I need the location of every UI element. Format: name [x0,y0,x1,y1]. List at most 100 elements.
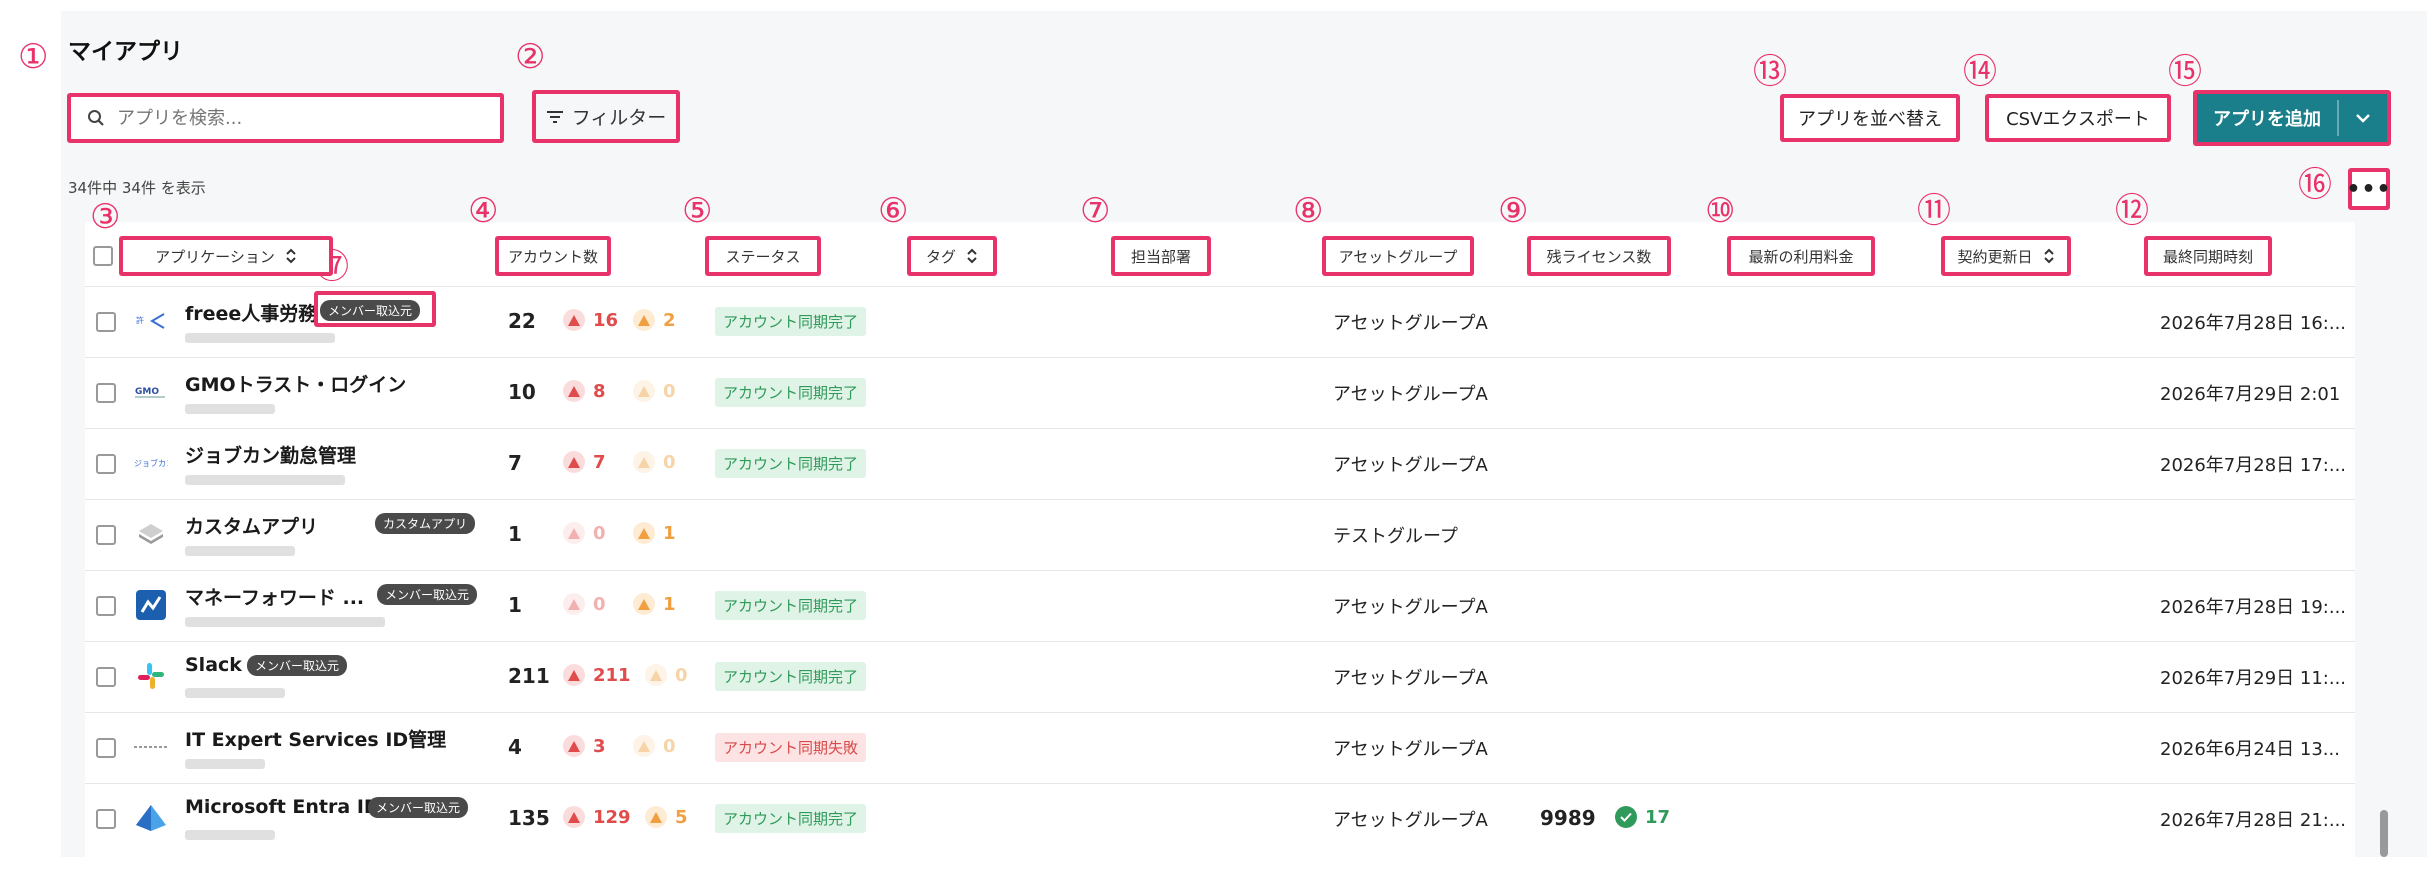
red-warning: 0 [563,522,606,544]
orange-count: 0 [675,664,688,686]
svg-text:GMO: GMO [135,387,159,397]
app-subtext [185,475,345,485]
filter-button[interactable]: フィルター [532,90,680,143]
last-sync: 2026年7月28日 17:... [2160,455,2347,476]
orange-warning: 1 [633,593,676,615]
row-checkbox[interactable] [96,667,116,687]
status-badge: アカウント同期失敗 [715,733,867,762]
column-tag-label: タグ [925,247,956,266]
member-source-badge: メンバー取込元 [247,655,348,676]
check-icon [1615,806,1637,828]
row-checkbox[interactable] [96,383,116,403]
red-warning: 16 [563,309,618,331]
warning-icon [633,735,655,757]
custom-app-icon [133,516,169,552]
app-table: ③ ④ ⑤ ⑥ ⑦ ⑧ ⑨ ⑩ ⑪ ⑫ ⑰ アプリケーション アカウント数 ステ… [85,194,2355,857]
warning-icon [563,735,585,757]
asset-group: アセットグループA [1333,810,1488,831]
row-checkbox[interactable] [96,454,116,474]
warning-icon [563,451,585,473]
row-checkbox[interactable] [96,809,116,829]
account-count: 10 [508,380,536,404]
license-ok-count: 17 [1645,806,1671,828]
column-last-sync[interactable]: 最終同期時刻 [2144,236,2272,276]
table-row[interactable]: 許 freee人事労務 メンバー取込元 22 16 2 アカウント同期完了 アセ… [85,286,2355,357]
column-status[interactable]: ステータス [705,236,821,276]
member-source-badge: メンバー取込元 [368,797,469,818]
column-latest-fee[interactable]: 最新の利用料金 [1727,236,1875,276]
red-warning: 8 [563,380,606,402]
app-subtext [185,759,265,769]
column-remaining-licenses[interactable]: 残ライセンス数 [1527,236,1671,276]
marker-10: ⑩ [1705,191,1736,231]
app-name[interactable]: IT Expert Services ID管理 [185,725,446,752]
filter-label: フィルター [571,107,667,129]
app-name[interactable]: freee人事労務 [185,299,317,326]
sort-icon [286,248,296,264]
red-count: 3 [593,735,606,757]
account-count: 135 [508,806,550,830]
search-box[interactable] [67,93,504,143]
gmo-icon: GMO [133,374,169,410]
csv-export-button[interactable]: CSVエクスポート [1985,94,2171,142]
table-row[interactable]: Slack メンバー取込元 211 211 0 アカウント同期完了 アセットグル… [85,641,2355,712]
app-name[interactable]: Microsoft Entra ID [185,796,380,818]
table-row[interactable]: Microsoft Entra ID メンバー取込元 135 129 5 アカウ… [85,783,2355,854]
last-sync: 2026年6月24日 13... [2160,739,2340,760]
red-warning: 0 [563,593,606,615]
asset-group: アセットグループA [1333,455,1488,476]
column-tag[interactable]: タグ [907,236,997,276]
red-count: 0 [593,522,606,544]
freee-icon: 許 [133,303,169,339]
search-icon [88,110,104,126]
row-checkbox[interactable] [96,596,116,616]
table-row[interactable]: ジョブカン ジョブカン勤怠管理 7 7 0 アカウント同期完了 アセットグループ… [85,428,2355,499]
scrollbar-thumb[interactable] [2380,810,2388,857]
column-asset-group[interactable]: アセットグループ [1322,236,1474,276]
sort-apps-button[interactable]: アプリを並べ替え [1780,94,1960,142]
add-app-button[interactable]: アプリを追加 [2193,90,2391,146]
red-warning: 3 [563,735,606,757]
table-row[interactable]: GMO GMOトラスト・ログイン 10 8 0 アカウント同期完了 アセットグル… [85,357,2355,428]
table-row[interactable]: カスタムアプリ カスタムアプリ 1 0 1 テストグループ [85,499,2355,570]
app-subtext [185,546,295,556]
column-account-count[interactable]: アカウント数 [495,236,611,276]
app-subtext [185,617,385,627]
red-count: 7 [593,451,606,473]
red-warning: 129 [563,806,631,828]
column-department[interactable]: 担当部署 [1111,236,1211,276]
sort-icon [2043,248,2054,264]
asset-group: テストグループ [1333,526,1458,547]
table-row[interactable]: マネーフォワード ... メンバー取込元 1 0 1 アカウント同期完了 アセッ… [85,570,2355,641]
app-name[interactable]: GMOトラスト・ログイン [185,370,406,397]
more-options-button[interactable]: ••• [2346,168,2391,210]
orange-count: 2 [663,309,676,331]
app-name[interactable]: ジョブカン勤怠管理 [185,441,356,468]
column-application[interactable]: アプリケーション [119,236,333,276]
table-row[interactable]: IT Expert Services ID管理 4 3 0 アカウント同期失敗 … [85,712,2355,783]
row-checkbox[interactable] [96,525,116,545]
marker-14: ⑭ [1963,52,1997,92]
red-count: 8 [593,380,606,402]
warning-icon [633,309,655,331]
row-checkbox[interactable] [96,738,116,758]
marker-3: ③ [90,197,121,237]
marker-2: ② [515,37,546,77]
chevron-down-icon[interactable] [2339,113,2387,123]
app-name[interactable]: マネーフォワード ... [185,583,364,610]
column-renewal-date[interactable]: 契約更新日 [1941,236,2071,276]
app-name[interactable]: Slack [185,654,242,676]
account-count: 22 [508,309,536,333]
asset-group: アセットグループA [1333,313,1488,334]
warning-icon [633,522,655,544]
marker-1: ① [18,37,49,77]
app-name[interactable]: カスタムアプリ [185,512,318,539]
row-checkbox[interactable] [96,312,116,332]
orange-warning: 0 [633,735,676,757]
column-renewal-date-label: 契約更新日 [1957,247,2033,266]
moneyforward-icon [133,587,169,623]
red-count: 129 [593,806,631,828]
search-input[interactable] [117,107,477,129]
last-sync: 2026年7月28日 21:... [2160,810,2347,831]
select-all-checkbox[interactable] [93,246,113,266]
